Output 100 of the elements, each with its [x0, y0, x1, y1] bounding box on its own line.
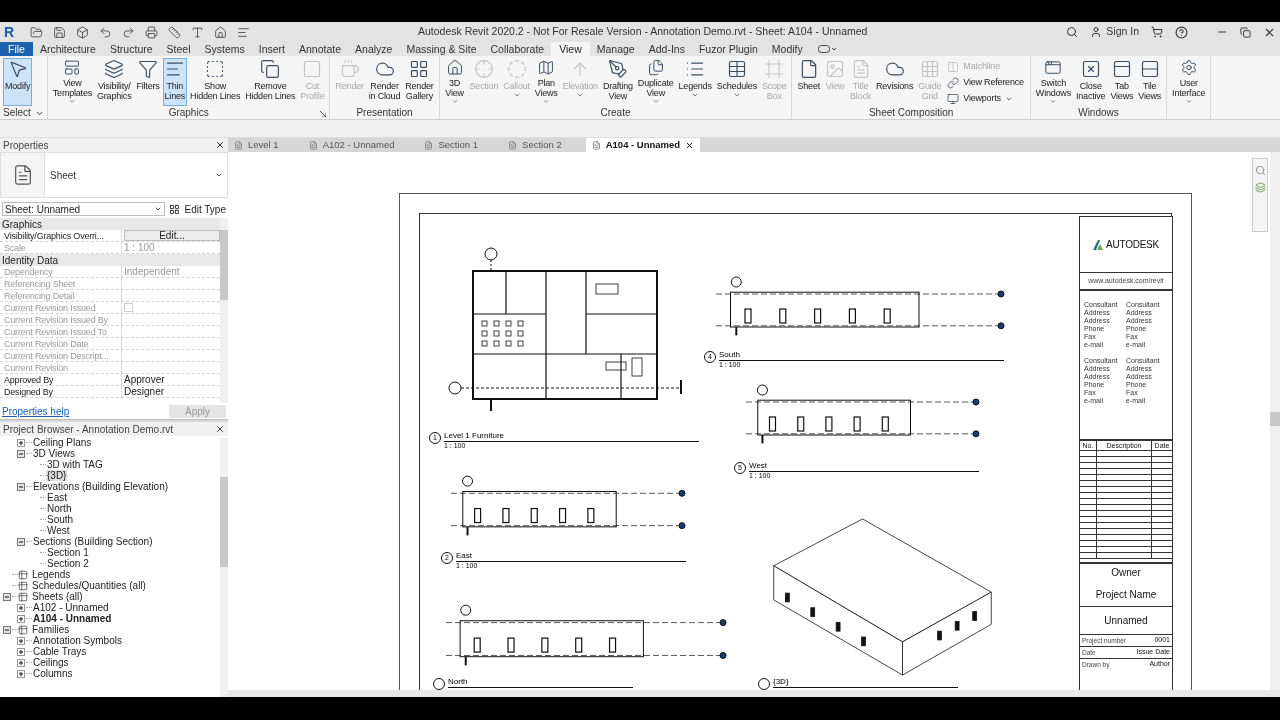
tree-item[interactable]: Legends	[31, 569, 72, 580]
scrollbar[interactable]	[220, 218, 228, 403]
ribbon-tab[interactable]: Systems	[197, 42, 252, 56]
cube-icon[interactable]	[76, 25, 89, 39]
restore-icon[interactable]	[1240, 26, 1251, 38]
tree-item[interactable]: Sheets (all)	[31, 591, 84, 602]
collapse-icon[interactable]	[17, 449, 25, 458]
ribbon-tool[interactable]: Show Hidden Lines	[188, 58, 243, 106]
cart-icon[interactable]	[1151, 26, 1163, 38]
property-value[interactable]: Designer	[124, 385, 165, 398]
house-icon[interactable]	[214, 25, 227, 39]
collapse-icon[interactable]	[3, 592, 11, 601]
ribbon-tool[interactable]: Visibility/ Graphics	[95, 58, 134, 106]
ribbon-tab[interactable]: Insert	[251, 42, 293, 56]
group-header[interactable]: Graphics	[0, 218, 220, 230]
close-icon[interactable]	[215, 424, 225, 434]
ribbon-tool[interactable]: Sheet	[795, 58, 822, 106]
ribbon-tab[interactable]: Annotate	[292, 42, 349, 56]
sign-in-button[interactable]: Sign In	[1090, 24, 1139, 40]
ribbon-tab[interactable]: Add-Ins	[641, 42, 692, 56]
tree-item[interactable]: Cable Trays	[32, 646, 88, 657]
tree-item[interactable]: East	[46, 492, 68, 503]
ribbon-tool[interactable]: Filters	[134, 58, 162, 106]
ribbon-tool[interactable]: Tile Views	[1136, 58, 1164, 106]
ribbon-tool[interactable]: Plan Views	[532, 58, 560, 106]
tree-item[interactable]: A104 - Unnamed	[32, 613, 113, 624]
ribbon-tool[interactable]: Viewports	[944, 91, 1027, 106]
tree-item[interactable]: Families	[31, 624, 71, 635]
view-tab[interactable]: A104 - Unnamed	[585, 138, 701, 152]
ribbon-tool[interactable]: Legends	[676, 58, 714, 106]
type-selector[interactable]: Sheet	[0, 152, 228, 198]
view-tab[interactable]: A102 - Unnamed	[302, 138, 401, 152]
tree-item[interactable]: Sections (Building Section)	[32, 536, 154, 547]
ribbon-tool[interactable]: Schedules	[714, 58, 759, 106]
ribbon-tab[interactable]: File	[0, 42, 33, 56]
toggle-icon[interactable]	[817, 45, 836, 53]
undo-icon[interactable]	[99, 25, 112, 39]
ribbon-tab[interactable]: Structure	[102, 42, 160, 56]
ruler-icon[interactable]	[168, 25, 181, 39]
collapse-icon[interactable]	[3, 625, 11, 634]
tree-item[interactable]: Ceilings	[32, 657, 70, 668]
tree-item[interactable]: North	[46, 503, 73, 514]
ribbon-tool[interactable]: Revisions	[874, 58, 916, 106]
ribbon-tool[interactable]: View Templates	[50, 58, 94, 106]
open-folder-icon[interactable]	[30, 25, 43, 39]
instance-dropdown[interactable]: Sheet: Unnamed	[2, 202, 166, 216]
ribbon-tab[interactable]: Modify	[764, 42, 810, 56]
tree-item[interactable]: {3D}	[46, 470, 68, 481]
ribbon-tool[interactable]: Modify	[3, 58, 33, 106]
ribbon-tool[interactable]: Render in Cloud	[366, 58, 403, 106]
tree-item[interactable]: 3D with TAG	[46, 459, 104, 470]
view-tab[interactable]: Section 1	[418, 138, 485, 152]
view-tab[interactable]: Section 2	[502, 138, 568, 152]
tree-item[interactable]: Ceiling Plans	[32, 437, 93, 448]
expand-icon[interactable]	[17, 669, 25, 678]
save-icon[interactable]	[53, 25, 66, 39]
tree-item[interactable]: South	[46, 514, 75, 525]
close-icon[interactable]	[685, 140, 695, 150]
app-logo[interactable]: R	[4, 25, 18, 39]
ribbon-tab[interactable]: Analyze	[348, 42, 400, 56]
ribbon-tab[interactable]: View	[551, 42, 590, 56]
tree-item[interactable]: Section 1	[46, 547, 90, 558]
expand-icon[interactable]	[17, 647, 25, 656]
text-icon[interactable]	[191, 25, 204, 39]
expand-icon[interactable]	[17, 636, 25, 645]
search-icon[interactable]	[1066, 26, 1079, 38]
expand-icon[interactable]	[17, 603, 25, 612]
lines-icon[interactable]	[237, 25, 250, 39]
tree-item[interactable]: West	[46, 525, 71, 536]
property-value[interactable]: Approver	[124, 373, 165, 386]
ribbon-tab[interactable]: Massing & Site	[399, 42, 484, 56]
collapse-icon[interactable]	[17, 482, 25, 491]
ribbon-tool[interactable]: Remove Hidden Lines	[243, 58, 298, 106]
ribbon-tool[interactable]: Duplicate View	[635, 58, 676, 106]
ribbon-tool[interactable]: Close Inactive	[1073, 58, 1108, 106]
ribbon-tool[interactable]: Drafting View	[600, 58, 635, 106]
launcher-icon[interactable]	[320, 111, 327, 117]
ribbon-tool[interactable]: View Reference	[944, 75, 1027, 90]
close-icon[interactable]	[215, 140, 225, 150]
ribbon-tool[interactable]: Switch Windows	[1033, 58, 1073, 106]
printer-icon[interactable]	[145, 25, 158, 39]
scrollbar[interactable]	[220, 437, 228, 697]
tree-item[interactable]: Schedules/Quantities (all)	[31, 580, 147, 591]
scrollbar[interactable]	[1270, 152, 1280, 690]
tree-item[interactable]: Annotation Symbols	[32, 635, 123, 646]
group-header[interactable]: Identity Data	[0, 254, 220, 266]
ribbon-tab[interactable]: Steel	[159, 42, 198, 56]
ribbon-tab[interactable]: Collaborate	[483, 42, 552, 56]
view-tab[interactable]: Level 1	[228, 138, 285, 152]
tree-item[interactable]: Section 2	[46, 558, 90, 569]
tree-item[interactable]: A102 - Unnamed	[32, 602, 110, 613]
help-icon[interactable]	[1175, 25, 1188, 39]
ribbon-tool[interactable]: 3D View	[442, 58, 467, 106]
expand-icon[interactable]	[17, 614, 25, 623]
expand-icon[interactable]	[17, 658, 25, 667]
tree-item[interactable]: Columns	[32, 668, 74, 679]
collapse-icon[interactable]	[17, 537, 25, 546]
properties-help-link[interactable]: Properties help	[2, 403, 70, 419]
tree-item[interactable]: Elevations (Building Elevation)	[32, 481, 170, 492]
ribbon-tab[interactable]: Architecture	[32, 42, 103, 56]
